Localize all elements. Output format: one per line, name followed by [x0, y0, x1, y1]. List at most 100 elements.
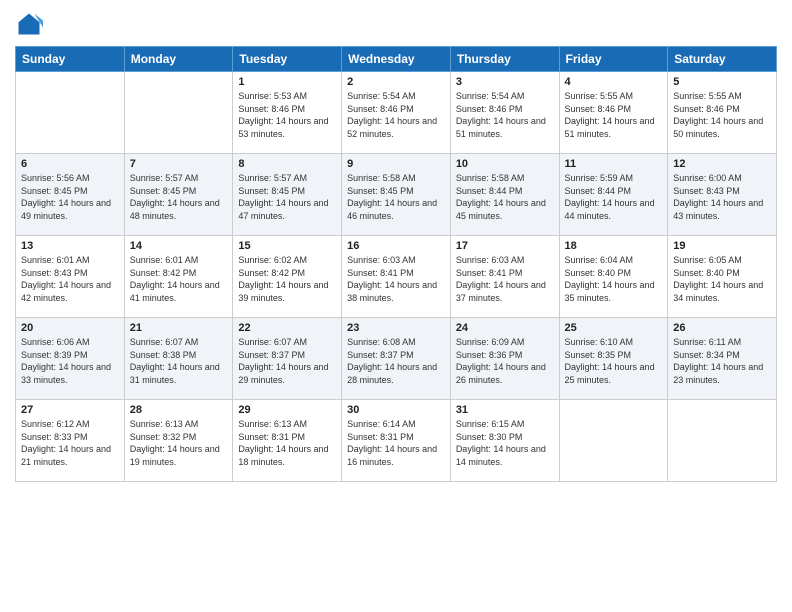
calendar-cell: 20 Sunrise: 6:06 AMSunset: 8:39 PMDayligh…: [16, 318, 125, 400]
day-number: 1: [238, 76, 336, 88]
day-number: 27: [21, 404, 119, 416]
calendar-cell: 25 Sunrise: 6:10 AMSunset: 8:35 PMDayligh…: [559, 318, 668, 400]
calendar-week-row: 6Sunrise: 5:56 AMSunset: 8:45 PMDaylight…: [16, 154, 777, 236]
calendar-cell: [16, 72, 125, 154]
day-number: 29: [238, 404, 336, 416]
day-number: 19: [673, 240, 771, 252]
cell-info: Sunrise: 6:02 AMSunset: 8:42 PMDaylight:…: [238, 254, 336, 304]
calendar-cell: [559, 400, 668, 482]
day-number: 12: [673, 158, 771, 170]
cell-info: Sunrise: 6:01 AMSunset: 8:42 PMDaylight:…: [130, 254, 228, 304]
calendar-cell: 6Sunrise: 5:56 AMSunset: 8:45 PMDaylight…: [16, 154, 125, 236]
cell-info: Sunrise: 5:54 AMSunset: 8:46 PMDaylight:…: [456, 90, 554, 140]
day-number: 26: [673, 322, 771, 334]
day-number: 22: [238, 322, 336, 334]
calendar-cell: 8 Sunrise: 5:57 AMSunset: 8:45 PMDaylight…: [233, 154, 342, 236]
cell-info: Sunrise: 6:01 AMSunset: 8:43 PMDaylight:…: [21, 254, 119, 304]
calendar-cell: 1 Sunrise: 5:53 AMSunset: 8:46 PMDaylight…: [233, 72, 342, 154]
cell-info: Sunrise: 6:09 AMSunset: 8:36 PMDaylight:…: [456, 336, 554, 386]
cell-info: Sunrise: 5:58 AMSunset: 8:44 PMDaylight:…: [456, 172, 554, 222]
day-number: 11: [565, 158, 663, 170]
cell-info: Sunrise: 5:57 AMSunset: 8:45 PMDaylight:…: [130, 172, 228, 222]
cell-info: Sunrise: 6:06 AMSunset: 8:39 PMDaylight:…: [21, 336, 119, 386]
day-number: 8: [238, 158, 336, 170]
cell-info: Sunrise: 5:58 AMSunset: 8:45 PMDaylight:…: [347, 172, 445, 222]
calendar-cell: 5 Sunrise: 5:55 AMSunset: 8:46 PMDaylight…: [668, 72, 777, 154]
cell-info: Sunrise: 6:00 AMSunset: 8:43 PMDaylight:…: [673, 172, 771, 222]
cell-info: Sunrise: 5:55 AMSunset: 8:46 PMDaylight:…: [673, 90, 771, 140]
day-number: 10: [456, 158, 554, 170]
cell-info: Sunrise: 6:03 AMSunset: 8:41 PMDaylight:…: [347, 254, 445, 304]
calendar-cell: 16 Sunrise: 6:03 AMSunset: 8:41 PMDayligh…: [342, 236, 451, 318]
calendar-header-friday: Friday: [559, 47, 668, 72]
day-number: 5: [673, 76, 771, 88]
calendar-header-row: SundayMondayTuesdayWednesdayThursdayFrid…: [16, 47, 777, 72]
calendar-cell: 26 Sunrise: 6:11 AMSunset: 8:34 PMDayligh…: [668, 318, 777, 400]
day-number: 20: [21, 322, 119, 334]
cell-info: Sunrise: 5:54 AMSunset: 8:46 PMDaylight:…: [347, 90, 445, 140]
day-number: 16: [347, 240, 445, 252]
cell-info: Sunrise: 5:59 AMSunset: 8:44 PMDaylight:…: [565, 172, 663, 222]
cell-info: Sunrise: 6:07 AMSunset: 8:38 PMDaylight:…: [130, 336, 228, 386]
day-number: 13: [21, 240, 119, 252]
calendar-cell: 15Sunrise: 6:02 AMSunset: 8:42 PMDayligh…: [233, 236, 342, 318]
calendar-cell: 31 Sunrise: 6:15 AMSunset: 8:30 PMDayligh…: [450, 400, 559, 482]
calendar-header-thursday: Thursday: [450, 47, 559, 72]
calendar-cell: 4 Sunrise: 5:55 AMSunset: 8:46 PMDaylight…: [559, 72, 668, 154]
day-number: 3: [456, 76, 554, 88]
calendar-cell: 27 Sunrise: 6:12 AMSunset: 8:33 PMDayligh…: [16, 400, 125, 482]
cell-info: Sunrise: 6:03 AMSunset: 8:41 PMDaylight:…: [456, 254, 554, 304]
cell-info: Sunrise: 6:15 AMSunset: 8:30 PMDaylight:…: [456, 418, 554, 468]
cell-info: Sunrise: 5:56 AMSunset: 8:45 PMDaylight:…: [21, 172, 119, 222]
day-number: 18: [565, 240, 663, 252]
cell-info: Sunrise: 6:14 AMSunset: 8:31 PMDaylight:…: [347, 418, 445, 468]
calendar-cell: 11 Sunrise: 5:59 AMSunset: 8:44 PMDayligh…: [559, 154, 668, 236]
day-number: 17: [456, 240, 554, 252]
calendar-cell: 10 Sunrise: 5:58 AMSunset: 8:44 PMDayligh…: [450, 154, 559, 236]
day-number: 30: [347, 404, 445, 416]
calendar-week-row: 20 Sunrise: 6:06 AMSunset: 8:39 PMDayligh…: [16, 318, 777, 400]
day-number: 31: [456, 404, 554, 416]
cell-info: Sunrise: 5:57 AMSunset: 8:45 PMDaylight:…: [238, 172, 336, 222]
calendar-header-sunday: Sunday: [16, 47, 125, 72]
calendar-week-row: 13 Sunrise: 6:01 AMSunset: 8:43 PMDayligh…: [16, 236, 777, 318]
day-number: 21: [130, 322, 228, 334]
cell-info: Sunrise: 6:11 AMSunset: 8:34 PMDaylight:…: [673, 336, 771, 386]
day-number: 9: [347, 158, 445, 170]
day-number: 2: [347, 76, 445, 88]
calendar-cell: 18 Sunrise: 6:04 AMSunset: 8:40 PMDayligh…: [559, 236, 668, 318]
calendar-cell: [124, 72, 233, 154]
calendar-table: SundayMondayTuesdayWednesdayThursdayFrid…: [15, 46, 777, 482]
calendar-cell: 14 Sunrise: 6:01 AMSunset: 8:42 PMDayligh…: [124, 236, 233, 318]
cell-info: Sunrise: 6:08 AMSunset: 8:37 PMDaylight:…: [347, 336, 445, 386]
calendar-cell: 13 Sunrise: 6:01 AMSunset: 8:43 PMDayligh…: [16, 236, 125, 318]
cell-info: Sunrise: 5:53 AMSunset: 8:46 PMDaylight:…: [238, 90, 336, 140]
calendar-cell: 3 Sunrise: 5:54 AMSunset: 8:46 PMDaylight…: [450, 72, 559, 154]
cell-info: Sunrise: 6:13 AMSunset: 8:31 PMDaylight:…: [238, 418, 336, 468]
calendar-cell: 12 Sunrise: 6:00 AMSunset: 8:43 PMDayligh…: [668, 154, 777, 236]
calendar-cell: 17 Sunrise: 6:03 AMSunset: 8:41 PMDayligh…: [450, 236, 559, 318]
cell-info: Sunrise: 6:10 AMSunset: 8:35 PMDaylight:…: [565, 336, 663, 386]
day-number: 25: [565, 322, 663, 334]
calendar-cell: 21 Sunrise: 6:07 AMSunset: 8:38 PMDayligh…: [124, 318, 233, 400]
calendar-week-row: 1 Sunrise: 5:53 AMSunset: 8:46 PMDaylight…: [16, 72, 777, 154]
calendar-cell: 19Sunrise: 6:05 AMSunset: 8:40 PMDayligh…: [668, 236, 777, 318]
day-number: 28: [130, 404, 228, 416]
day-number: 14: [130, 240, 228, 252]
calendar-header-saturday: Saturday: [668, 47, 777, 72]
day-number: 24: [456, 322, 554, 334]
calendar-cell: 28Sunrise: 6:13 AMSunset: 8:32 PMDayligh…: [124, 400, 233, 482]
calendar-cell: 23 Sunrise: 6:08 AMSunset: 8:37 PMDayligh…: [342, 318, 451, 400]
header: [15, 10, 777, 38]
cell-info: Sunrise: 5:55 AMSunset: 8:46 PMDaylight:…: [565, 90, 663, 140]
calendar-header-wednesday: Wednesday: [342, 47, 451, 72]
logo-icon: [15, 10, 43, 38]
day-number: 23: [347, 322, 445, 334]
calendar-cell: 7Sunrise: 5:57 AMSunset: 8:45 PMDaylight…: [124, 154, 233, 236]
calendar-cell: 22Sunrise: 6:07 AMSunset: 8:37 PMDayligh…: [233, 318, 342, 400]
calendar-cell: 30 Sunrise: 6:14 AMSunset: 8:31 PMDayligh…: [342, 400, 451, 482]
cell-info: Sunrise: 6:04 AMSunset: 8:40 PMDaylight:…: [565, 254, 663, 304]
calendar-header-tuesday: Tuesday: [233, 47, 342, 72]
cell-info: Sunrise: 6:12 AMSunset: 8:33 PMDaylight:…: [21, 418, 119, 468]
day-number: 4: [565, 76, 663, 88]
